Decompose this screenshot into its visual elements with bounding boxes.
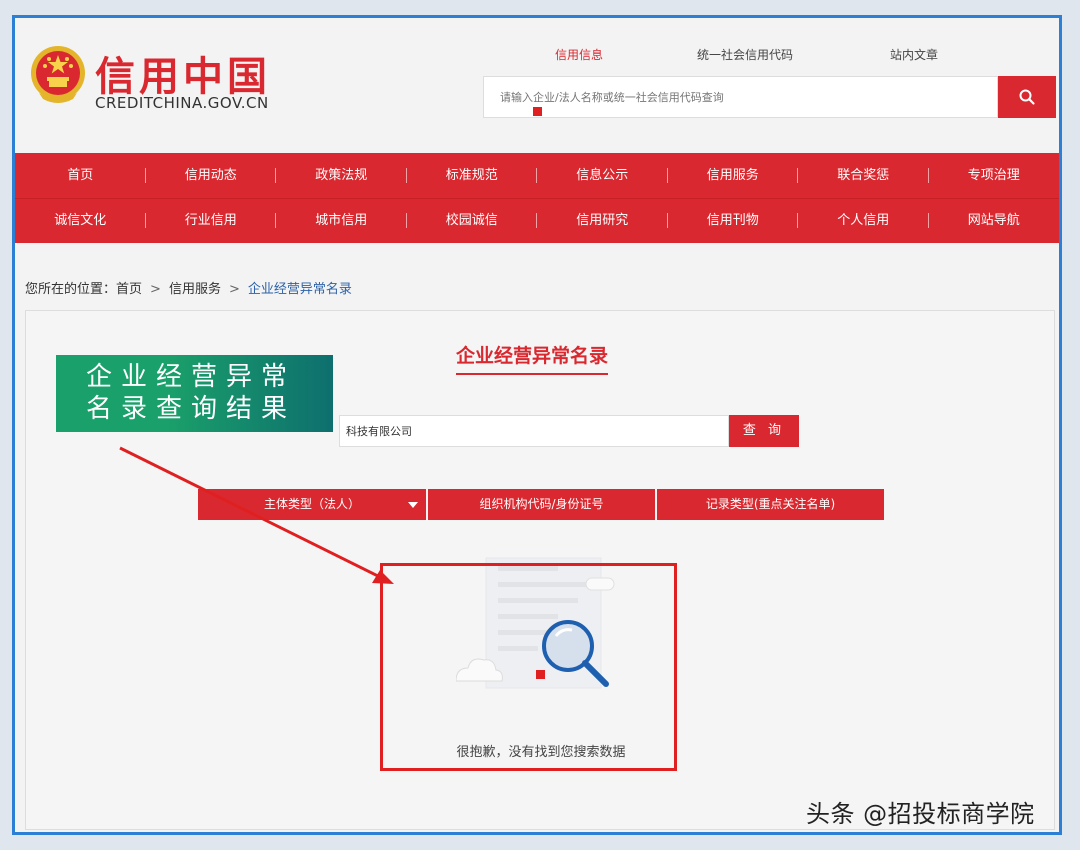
annotation-dot <box>536 670 545 679</box>
query-field <box>339 415 729 447</box>
nav-item-standards[interactable]: 标准规范 <box>407 153 538 198</box>
breadcrumb-credit-services[interactable]: 信用服务 <box>169 282 221 297</box>
nav-item-site-navigation[interactable]: 网站导航 <box>929 198 1060 243</box>
breadcrumb-current: 企业经营异常名录 <box>247 282 352 297</box>
annotation-dot <box>533 107 542 116</box>
annotation-line-1: 企业经营异常 <box>86 362 297 392</box>
search-input[interactable] <box>484 77 997 117</box>
nav-item-campus-integrity[interactable]: 校园诚信 <box>407 198 538 243</box>
search-box <box>483 76 998 118</box>
site-header: 信用中国 CREDITCHINA.GOV.CN 信用信息 统一社会信用代码 站内… <box>15 18 1059 153</box>
nav-item-special-governance[interactable]: 专项治理 <box>929 153 1060 198</box>
search-tabs: 信用信息 统一社会信用代码 站内文章 <box>485 46 1045 66</box>
annotation-line-2: 名录查询结果 <box>86 394 297 424</box>
nav-item-integrity-culture[interactable]: 诚信文化 <box>15 198 146 243</box>
nav-item-credit-news[interactable]: 信用动态 <box>146 153 277 198</box>
tab-site-articles[interactable]: 站内文章 <box>890 46 938 63</box>
nav-item-credit-publications[interactable]: 信用刊物 <box>668 198 799 243</box>
tab-credit-info[interactable]: 信用信息 <box>555 46 603 63</box>
annotation-banner: 企业经营异常 名录查询结果 <box>56 355 333 432</box>
site-logo-subtitle: CREDITCHINA.GOV.CN <box>95 94 269 112</box>
nav-item-joint-rewards[interactable]: 联合奖惩 <box>798 153 929 198</box>
nav-item-city-credit[interactable]: 城市信用 <box>276 198 407 243</box>
watermark: 头条 @招投标商学院 <box>806 800 1035 828</box>
company-query-input[interactable] <box>340 416 728 446</box>
search-button[interactable] <box>998 76 1056 118</box>
breadcrumb-separator: > <box>150 282 161 297</box>
query-button[interactable]: 查 询 <box>729 415 799 447</box>
breadcrumb-separator: > <box>228 282 240 297</box>
national-emblem-icon <box>31 46 85 103</box>
nav-item-policies[interactable]: 政策法规 <box>276 153 407 198</box>
subject-type-label: 主体类型（法人） <box>263 497 360 511</box>
result-highlight-box <box>380 563 677 771</box>
breadcrumb: 您所在的位置：首页 > 信用服务 > 企业经营异常名录 <box>25 278 352 297</box>
nav-row-2: 诚信文化 行业信用 城市信用 校园诚信 信用研究 信用刊物 个人信用 网站导航 <box>15 198 1059 243</box>
page-title: 企业经营异常名录 <box>456 341 609 375</box>
breadcrumb-prefix: 您所在的位置： <box>25 282 117 297</box>
main-nav: 首页 信用动态 政策法规 标准规范 信息公示 信用服务 联合奖惩 专项治理 诚信… <box>15 153 1059 243</box>
nav-item-personal-credit[interactable]: 个人信用 <box>798 198 929 243</box>
nav-item-industry-credit[interactable]: 行业信用 <box>146 198 277 243</box>
breadcrumb-home[interactable]: 首页 <box>116 282 142 297</box>
nav-row-1: 首页 信用动态 政策法规 标准规范 信息公示 信用服务 联合奖惩 专项治理 <box>15 153 1059 199</box>
tab-unified-credit-code[interactable]: 统一社会信用代码 <box>697 46 793 63</box>
org-code-column[interactable]: 组织机构代码/身份证号 <box>428 489 655 520</box>
nav-item-info-disclosure[interactable]: 信息公示 <box>537 153 668 198</box>
search-icon <box>1019 89 1035 105</box>
nav-item-credit-research[interactable]: 信用研究 <box>537 198 668 243</box>
subject-type-dropdown[interactable]: 主体类型（法人） <box>198 489 426 520</box>
nav-item-credit-services[interactable]: 信用服务 <box>668 153 799 198</box>
nav-item-home[interactable]: 首页 <box>15 153 146 198</box>
record-type-column[interactable]: 记录类型(重点关注名单) <box>657 489 884 520</box>
caret-down-icon <box>408 502 418 508</box>
